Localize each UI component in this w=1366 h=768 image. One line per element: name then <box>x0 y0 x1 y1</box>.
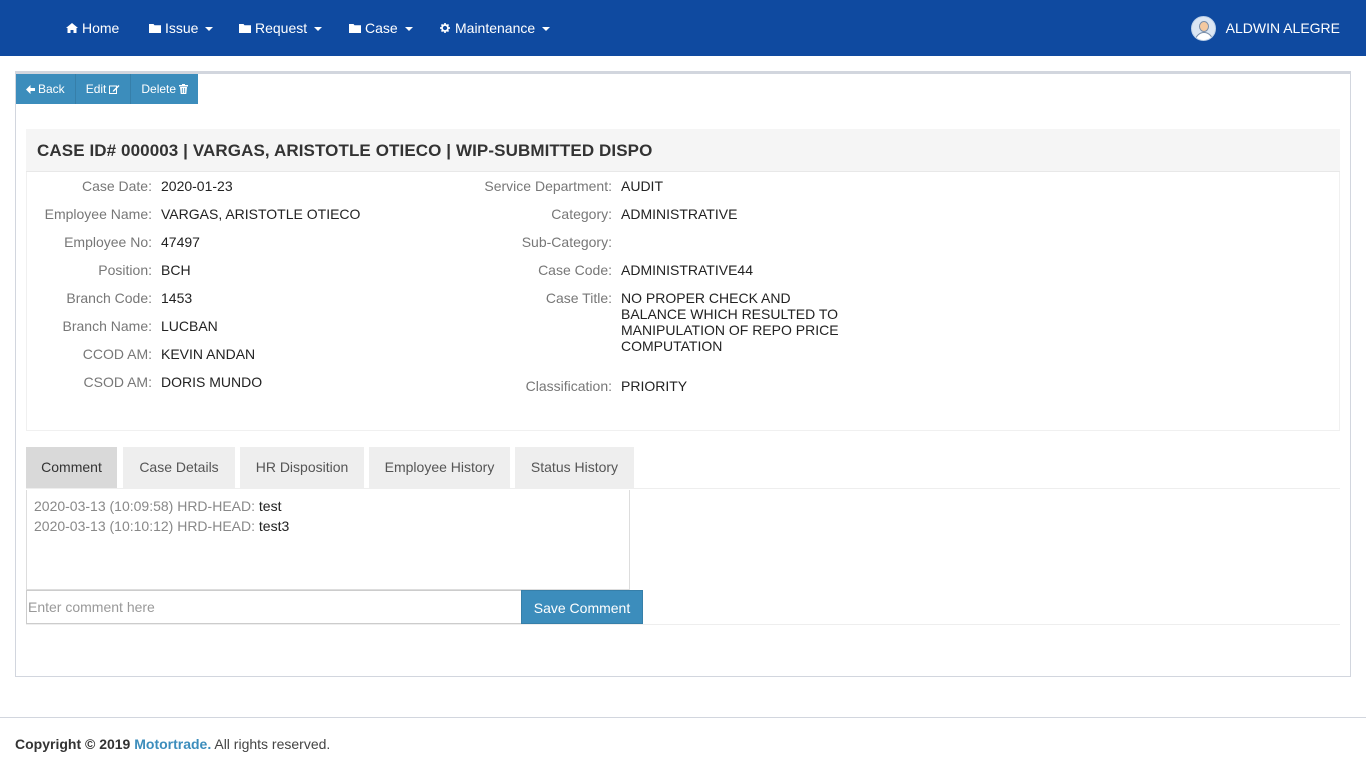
folder-icon <box>239 24 251 33</box>
field-label: Position: <box>98 262 152 278</box>
comment-text: test <box>258 498 282 514</box>
field-label: CSOD AM: <box>83 374 152 390</box>
top-navbar: Home Issue Request Case Maintenance ALDW… <box>0 0 1366 56</box>
field-value-service-department: AUDIT <box>621 178 663 194</box>
field-value-classification: PRIORITY <box>621 378 688 394</box>
folder-icon <box>349 24 361 33</box>
toolbar: Back Edit Delete <box>16 74 199 104</box>
field-label: Employee No: <box>64 234 152 250</box>
nav-maintenance[interactable]: Maintenance <box>439 0 551 56</box>
chevron-down-icon <box>205 27 214 31</box>
field-value-ccod-am: KEVIN ANDAN <box>161 346 256 362</box>
field-label: Category: <box>551 206 612 222</box>
field-label: Case Code: <box>538 262 612 278</box>
field-label: Classification: <box>525 378 612 394</box>
field-value-position: BCH <box>161 262 191 278</box>
delete-label: Delete <box>141 82 177 96</box>
nav-issue-label: Issue <box>165 20 199 36</box>
user-name: ALDWIN ALEGRE <box>1225 20 1340 36</box>
field-label: Branch Code: <box>66 290 152 306</box>
footer: Copyright © 2019 Motortrade. All rights … <box>0 717 1366 768</box>
chevron-down-icon <box>404 27 413 31</box>
divider <box>26 624 1340 625</box>
case-box: Back Edit Delete CASE ID# 000003 | VARGA… <box>15 71 1351 677</box>
comment-meta: 2020-03-13 (10:10:12) HRD-HEAD: <box>34 518 255 534</box>
page-title: CASE ID# 000003 | VARGAS, ARISTOTLE OTIE… <box>37 141 653 160</box>
field-label: Case Title: <box>545 290 612 306</box>
nav-maintenance-label: Maintenance <box>455 20 536 36</box>
nav-case[interactable]: Case <box>349 0 413 56</box>
field-value-branch-name: LUCBAN <box>161 318 218 334</box>
nav-request[interactable]: Request <box>239 0 323 56</box>
tab-comment[interactable]: Comment <box>26 447 117 488</box>
comment-text: test3 <box>258 518 290 534</box>
copyright-text: Copyright © 2019 Motortrade. All rights … <box>15 736 330 752</box>
field-label: CCOD AM: <box>82 346 152 362</box>
field-label: Service Department: <box>484 178 612 194</box>
back-button[interactable]: Back <box>16 74 76 104</box>
field-value-case-date: 2020-01-23 <box>161 178 233 194</box>
gear-icon <box>440 23 450 33</box>
comment-list[interactable]: 2020-03-13 (10:09:58) HRD-HEAD: test 202… <box>26 490 630 590</box>
list-item: 2020-03-13 (10:10:12) HRD-HEAD: test3 <box>34 518 289 534</box>
field-value-case-title: NO PROPER CHECK AND BALANCE WHICH RESULT… <box>621 290 839 354</box>
field-label: Case Date: <box>81 178 152 194</box>
comment-input[interactable]: Enter comment here <box>26 590 522 624</box>
field-label: Employee Name: <box>44 206 152 222</box>
trash-icon <box>179 84 189 94</box>
chevron-down-icon <box>542 27 551 31</box>
delete-button[interactable]: Delete <box>131 74 199 104</box>
avatar <box>1190 15 1216 41</box>
tab-employee-history[interactable]: Employee History <box>369 447 510 488</box>
comment-meta: 2020-03-13 (10:09:58) HRD-HEAD: <box>34 498 255 514</box>
case-header: CASE ID# 000003 | VARGAS, ARISTOTLE OTIE… <box>26 129 1340 172</box>
edit-label: Edit <box>85 82 107 96</box>
folder-icon <box>149 24 161 33</box>
nav-case-label: Case <box>365 20 398 36</box>
nav-home-label: Home <box>82 20 120 36</box>
user-menu[interactable]: ALDWIN ALEGRE <box>1190 0 1340 56</box>
field-value-csod-am: DORIS MUNDO <box>161 374 263 390</box>
arrow-left-icon <box>26 84 35 94</box>
home-icon <box>66 23 78 33</box>
field-value-employee-no: 47497 <box>161 234 200 250</box>
list-item: 2020-03-13 (10:09:58) HRD-HEAD: test <box>34 498 281 514</box>
tab-case-details[interactable]: Case Details <box>123 447 235 488</box>
tab-status-history[interactable]: Status History <box>515 447 634 488</box>
nav-issue[interactable]: Issue <box>149 0 214 56</box>
nav-request-label: Request <box>255 20 308 36</box>
field-value-case-code: ADMINISTRATIVE44 <box>621 262 753 278</box>
field-value-branch-code: 1453 <box>161 290 193 306</box>
edit-icon <box>109 85 120 94</box>
case-tabs: Comment Case Details HR Disposition Empl… <box>26 447 1340 489</box>
copyright-prefix: Copyright © 2019 <box>15 736 131 752</box>
brand-link[interactable]: Motortrade. <box>134 736 211 752</box>
field-label: Branch Name: <box>62 318 152 334</box>
save-comment-button[interactable]: Save Comment <box>521 590 643 624</box>
chevron-down-icon <box>314 27 323 31</box>
back-label: Back <box>38 82 65 96</box>
nav-home[interactable]: Home <box>66 0 119 56</box>
field-value-category: ADMINISTRATIVE <box>621 206 738 222</box>
tab-hr-disposition[interactable]: HR Disposition <box>240 447 364 488</box>
field-value-employee-name: VARGAS, ARISTOTLE OTIECO <box>161 206 361 222</box>
edit-button[interactable]: Edit <box>75 74 132 104</box>
copyright-suffix: All rights reserved. <box>214 736 331 752</box>
field-label: Sub-Category: <box>521 234 612 250</box>
